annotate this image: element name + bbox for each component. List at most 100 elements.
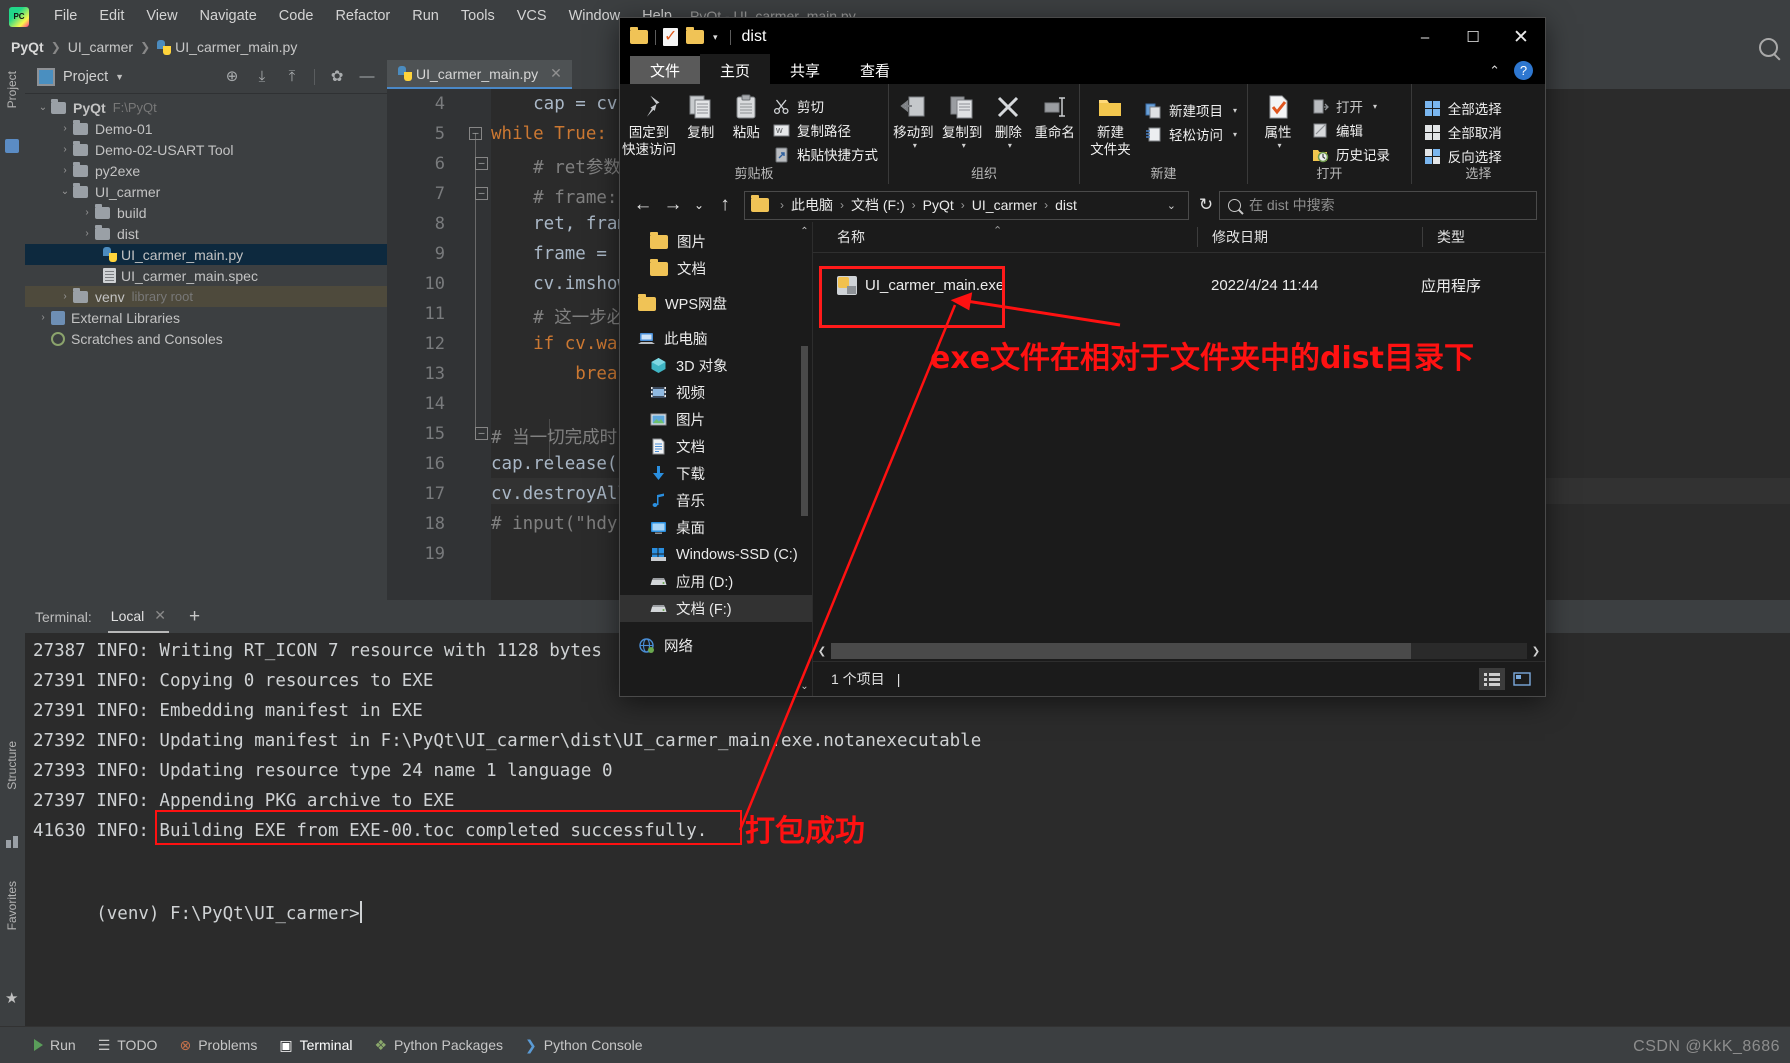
column-header-name[interactable]: 名称 <box>813 227 1197 247</box>
tree-row-demo01[interactable]: › Demo-01 <box>25 118 387 139</box>
nav-item-videos[interactable]: 视频 <box>620 379 812 406</box>
tree-row-demo02[interactable]: › Demo-02-USART Tool <box>25 139 387 160</box>
refresh-button[interactable]: ↻ <box>1193 192 1219 219</box>
ribbon-paste[interactable]: 粘贴 <box>724 90 770 141</box>
tree-row-py2exe[interactable]: › py2exe <box>25 160 387 181</box>
status-todo[interactable]: ☰ TODO <box>98 1037 158 1054</box>
tab-view[interactable]: 查看 <box>840 56 910 84</box>
close-icon[interactable]: ✕ <box>154 607 166 624</box>
menu-item-edit[interactable]: Edit <box>88 0 135 33</box>
status-python-console[interactable]: ❯ Python Console <box>525 1037 643 1054</box>
menu-item-tools[interactable]: Tools <box>450 0 506 33</box>
forward-button[interactable]: → <box>658 190 688 220</box>
properties-quick-icon[interactable] <box>663 28 678 46</box>
ribbon-select-all[interactable]: 全部选择 <box>1420 96 1512 120</box>
scroll-right-icon[interactable]: ❯ <box>1527 643 1545 659</box>
nav-item-documents-quick[interactable]: 文档 <box>620 255 812 282</box>
tree-row-ui-carmer[interactable]: ⌄ UI_carmer <box>25 181 387 202</box>
status-terminal[interactable]: ▣ Terminal <box>279 1037 352 1054</box>
tool-window-favorites[interactable]: Favorites <box>5 881 19 930</box>
status-python-packages[interactable]: ❖ Python Packages <box>374 1037 503 1054</box>
breadcrumb-item-module[interactable]: UI_carmer <box>68 39 133 55</box>
menu-item-view[interactable]: View <box>135 0 188 33</box>
ribbon-move-to[interactable]: 移动到 ▾ <box>889 90 938 150</box>
new-terminal-button[interactable]: + <box>189 606 200 628</box>
terminal-prompt[interactable]: (venv) F:\PyQt\UI_carmer> <box>33 881 1790 911</box>
ribbon-open[interactable]: 打开 ▾ <box>1308 94 1400 118</box>
nav-item-drive-c[interactable]: Windows-SSD (C:) <box>620 541 812 568</box>
menu-item-navigate[interactable]: Navigate <box>189 0 268 33</box>
ribbon-cut[interactable]: 剪切 <box>769 94 888 118</box>
back-button[interactable]: ← <box>628 190 658 220</box>
menu-item-file[interactable]: File <box>43 0 88 33</box>
fold-gutter[interactable]: – – – – <box>459 89 491 600</box>
horizontal-scrollbar[interactable] <box>831 643 1527 659</box>
chevron-right-icon[interactable]: › <box>81 207 93 218</box>
status-run[interactable]: Run <box>34 1037 76 1053</box>
status-problems[interactable]: ⊗ Problems <box>179 1037 257 1054</box>
chevron-down-icon[interactable]: ▾ <box>1233 106 1237 115</box>
tool-window-structure[interactable]: Structure <box>5 741 19 790</box>
fold-toggle-icon[interactable]: – <box>475 427 488 440</box>
chevron-down-icon[interactable]: ⌄ <box>59 186 71 197</box>
scroll-left-icon[interactable]: ❮ <box>813 643 831 659</box>
search-everywhere-icon[interactable] <box>1759 38 1778 57</box>
ribbon-pin-to-quick-access[interactable]: 固定到 快速访问 <box>620 90 678 158</box>
ribbon-rename[interactable]: 重命名 <box>1030 90 1079 141</box>
address-segment-ui-carmer[interactable]: UI_carmer <box>972 197 1037 213</box>
tree-row-dist[interactable]: › dist <box>25 223 387 244</box>
ribbon-delete[interactable]: 删除 ▾ <box>987 90 1031 150</box>
nav-item-drive-d[interactable]: 应用 (D:) <box>620 568 812 595</box>
address-segment-dist[interactable]: dist <box>1055 197 1077 213</box>
nav-item-downloads[interactable]: 下载 <box>620 460 812 487</box>
chevron-down-icon[interactable]: ▼ <box>115 72 124 82</box>
breadcrumb-item-file[interactable]: UI_carmer_main.py <box>175 39 297 55</box>
chevron-down-icon[interactable]: ⌄ <box>1167 199 1182 212</box>
new-folder-quick-icon[interactable] <box>686 30 704 44</box>
ribbon-new-folder[interactable]: 新建 文件夹 <box>1080 90 1141 158</box>
editor-tab-main-py[interactable]: UI_carmer_main.py ✕ <box>387 60 572 89</box>
chevron-down-icon[interactable]: ▾ <box>1277 141 1281 150</box>
address-bar[interactable]: › 此电脑 › 文档 (F:) › PyQt › UI_carmer › dis… <box>744 191 1189 220</box>
tree-row-scratches[interactable]: Scratches and Consoles <box>25 328 387 349</box>
search-box[interactable]: 在 dist 中搜索 <box>1219 191 1537 220</box>
fold-toggle-icon[interactable]: – <box>475 187 488 200</box>
scrollbar-thumb[interactable] <box>801 346 808 516</box>
scrollbar-thumb[interactable] <box>831 643 1411 659</box>
chevron-right-icon[interactable]: › <box>81 228 93 239</box>
ribbon-properties[interactable]: 属性 ▾ <box>1248 90 1308 150</box>
nav-item-pictures[interactable]: 图片 <box>620 406 812 433</box>
ribbon-easy-access[interactable]: 轻松访问 ▾ <box>1141 122 1247 146</box>
nav-item-wps-cloud[interactable]: WPS网盘 <box>620 290 812 317</box>
maximize-button[interactable]: ☐ <box>1449 18 1497 56</box>
scroll-down-icon[interactable]: ⌄ <box>799 681 810 692</box>
chevron-down-icon[interactable]: ▾ <box>913 141 917 150</box>
chevron-right-icon[interactable]: › <box>59 144 71 155</box>
breadcrumb-item-project[interactable]: PyQt <box>11 39 44 55</box>
tree-row-build[interactable]: › build <box>25 202 387 223</box>
menu-item-refactor[interactable]: Refactor <box>324 0 401 33</box>
chevron-down-icon[interactable]: ▾ <box>713 32 718 43</box>
nav-item-network[interactable]: 网络 <box>620 632 812 659</box>
gear-icon[interactable]: ✿ <box>329 69 345 85</box>
locate-icon[interactable]: ⊕ <box>224 69 240 85</box>
menu-item-code[interactable]: Code <box>268 0 325 33</box>
chevron-down-icon[interactable]: ▾ <box>1008 141 1012 150</box>
tree-row-pyqt[interactable]: ⌄ PyQt F:\PyQt <box>25 97 387 118</box>
chevron-right-icon[interactable]: › <box>59 165 71 176</box>
menu-item-vcs[interactable]: VCS <box>506 0 558 33</box>
chevron-right-icon[interactable]: › <box>59 291 71 302</box>
ribbon-copy-to[interactable]: 复制到 ▾ <box>938 90 987 150</box>
hide-panel-icon[interactable]: — <box>359 69 375 85</box>
recent-locations-button[interactable]: ⌄ <box>688 190 710 220</box>
fold-toggle-icon[interactable]: – <box>475 157 488 170</box>
up-button[interactable]: ↑ <box>710 190 740 220</box>
address-segment-pyqt[interactable]: PyQt <box>923 197 954 213</box>
ribbon-copy-path[interactable]: W 复制路径 <box>769 118 888 142</box>
menu-item-run[interactable]: Run <box>401 0 450 33</box>
ribbon-copy[interactable]: 复制 <box>678 90 724 141</box>
terminal-tab-local[interactable]: Local ✕ <box>108 601 169 633</box>
nav-item-documents[interactable]: 文档 <box>620 433 812 460</box>
chevron-down-icon[interactable]: ▾ <box>962 141 966 150</box>
nav-item-desktop[interactable]: 桌面 <box>620 514 812 541</box>
